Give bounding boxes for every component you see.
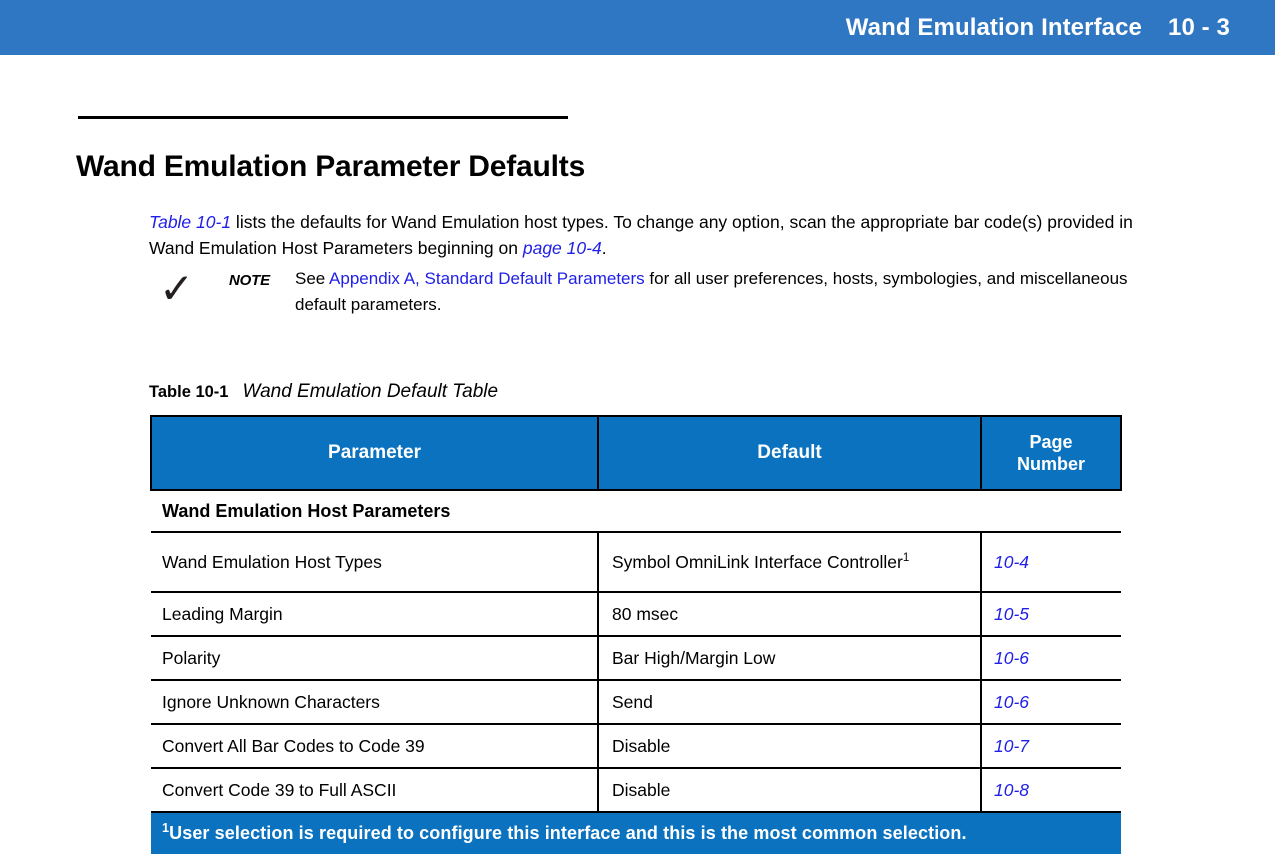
cell-page-link[interactable]: 10-5 xyxy=(981,592,1121,637)
table-footnote: 1User selection is required to configure… xyxy=(151,812,1121,854)
note-callout: ✓ NOTE See Appendix A, Standard Default … xyxy=(149,266,1144,318)
table-caption-number: Table 10-1 xyxy=(149,383,229,401)
link-page-10-4[interactable]: page 10-4 xyxy=(523,238,602,258)
page-header-title: Wand Emulation Interface xyxy=(845,13,1143,41)
cell-default: 80 msec xyxy=(598,592,982,637)
table-footnote-row: 1User selection is required to configure… xyxy=(151,812,1121,854)
note-label: NOTE xyxy=(229,272,270,289)
table-header-row: Parameter Default Page Number xyxy=(150,415,1122,491)
table-row: Convert Code 39 to Full ASCII Disable 10… xyxy=(151,768,1121,813)
cell-page-link[interactable]: 10-7 xyxy=(981,724,1121,769)
column-header-page-line1: Page xyxy=(1029,432,1073,452)
table-row: Polarity Bar High/Margin Low 10-6 xyxy=(151,636,1121,681)
column-header-page-line2: Number xyxy=(1016,454,1085,474)
note-text: See Appendix A, Standard Default Paramet… xyxy=(295,266,1144,318)
footnote-marker: 1 xyxy=(162,820,170,835)
intro-paragraph: Table 10-1 lists the defaults for Wand E… xyxy=(149,209,1144,261)
table-row: Ignore Unknown Characters Send 10-6 xyxy=(151,680,1121,725)
cell-default: Send xyxy=(598,680,982,725)
table-body: Wand Emulation Host Parameters Wand Emul… xyxy=(151,490,1121,854)
cell-parameter: Leading Margin xyxy=(151,592,599,637)
note-text-part-1: See xyxy=(295,269,330,288)
table-caption-title: Wand Emulation Default Table xyxy=(242,381,499,402)
footnote-text: User selection is required to configure … xyxy=(169,822,967,843)
page-header-number: 10 - 3 xyxy=(1168,13,1230,41)
cell-parameter: Wand Emulation Host Types xyxy=(151,532,599,593)
cell-parameter: Convert All Bar Codes to Code 39 xyxy=(151,724,599,769)
cell-parameter: Convert Code 39 to Full ASCII xyxy=(151,768,599,813)
table-caption: Table 10-1 Wand Emulation Default Table xyxy=(149,381,498,403)
cell-page-link[interactable]: 10-4 xyxy=(981,532,1121,593)
cell-default-text: Symbol OmniLink Interface Controller xyxy=(612,551,903,572)
column-header-default: Default xyxy=(597,415,982,491)
cell-default: Disable xyxy=(598,724,982,769)
link-table-10-1[interactable]: Table 10-1 xyxy=(149,212,231,232)
section-title-rule xyxy=(78,116,568,119)
table-header: Parameter Default Page Number xyxy=(150,415,1122,491)
table-row: Wand Emulation Host Types Symbol OmniLin… xyxy=(151,532,1121,593)
link-appendix-a[interactable]: Appendix A, Standard Default Parameters xyxy=(329,269,645,288)
cell-parameter: Ignore Unknown Characters xyxy=(151,680,599,725)
page-header-content: Wand Emulation Interface 10 - 3 xyxy=(846,0,1230,55)
cell-default-superscript: 1 xyxy=(902,551,910,564)
cell-default: Disable xyxy=(598,768,982,813)
cell-page-link[interactable]: 10-8 xyxy=(981,768,1121,813)
wand-emulation-default-table: Parameter Default Page Number Wand Emulat… xyxy=(150,415,1122,854)
page-title: Wand Emulation Parameter Defaults xyxy=(76,150,586,184)
cell-parameter: Polarity xyxy=(151,636,599,681)
table-section-label: Wand Emulation Host Parameters xyxy=(151,490,1121,533)
intro-text-part-1: lists the defaults for Wand Emulation ho… xyxy=(149,211,1133,258)
cell-page-link[interactable]: 10-6 xyxy=(981,636,1121,681)
cell-default: Symbol OmniLink Interface Controller1 xyxy=(598,532,982,593)
checkmark-icon: ✓ xyxy=(159,264,195,313)
column-header-page-number: Page Number xyxy=(980,415,1122,491)
table-section-row: Wand Emulation Host Parameters xyxy=(151,490,1121,533)
table-row: Leading Margin 80 msec 10-5 xyxy=(151,592,1121,637)
cell-page-link[interactable]: 10-6 xyxy=(981,680,1121,725)
cell-default: Bar High/Margin Low xyxy=(598,636,982,681)
intro-text-part-2: . xyxy=(601,237,607,258)
column-header-parameter: Parameter xyxy=(150,415,599,491)
page-header-bar: Wand Emulation Interface 10 - 3 xyxy=(0,0,1275,55)
table-row: Convert All Bar Codes to Code 39 Disable… xyxy=(151,724,1121,769)
